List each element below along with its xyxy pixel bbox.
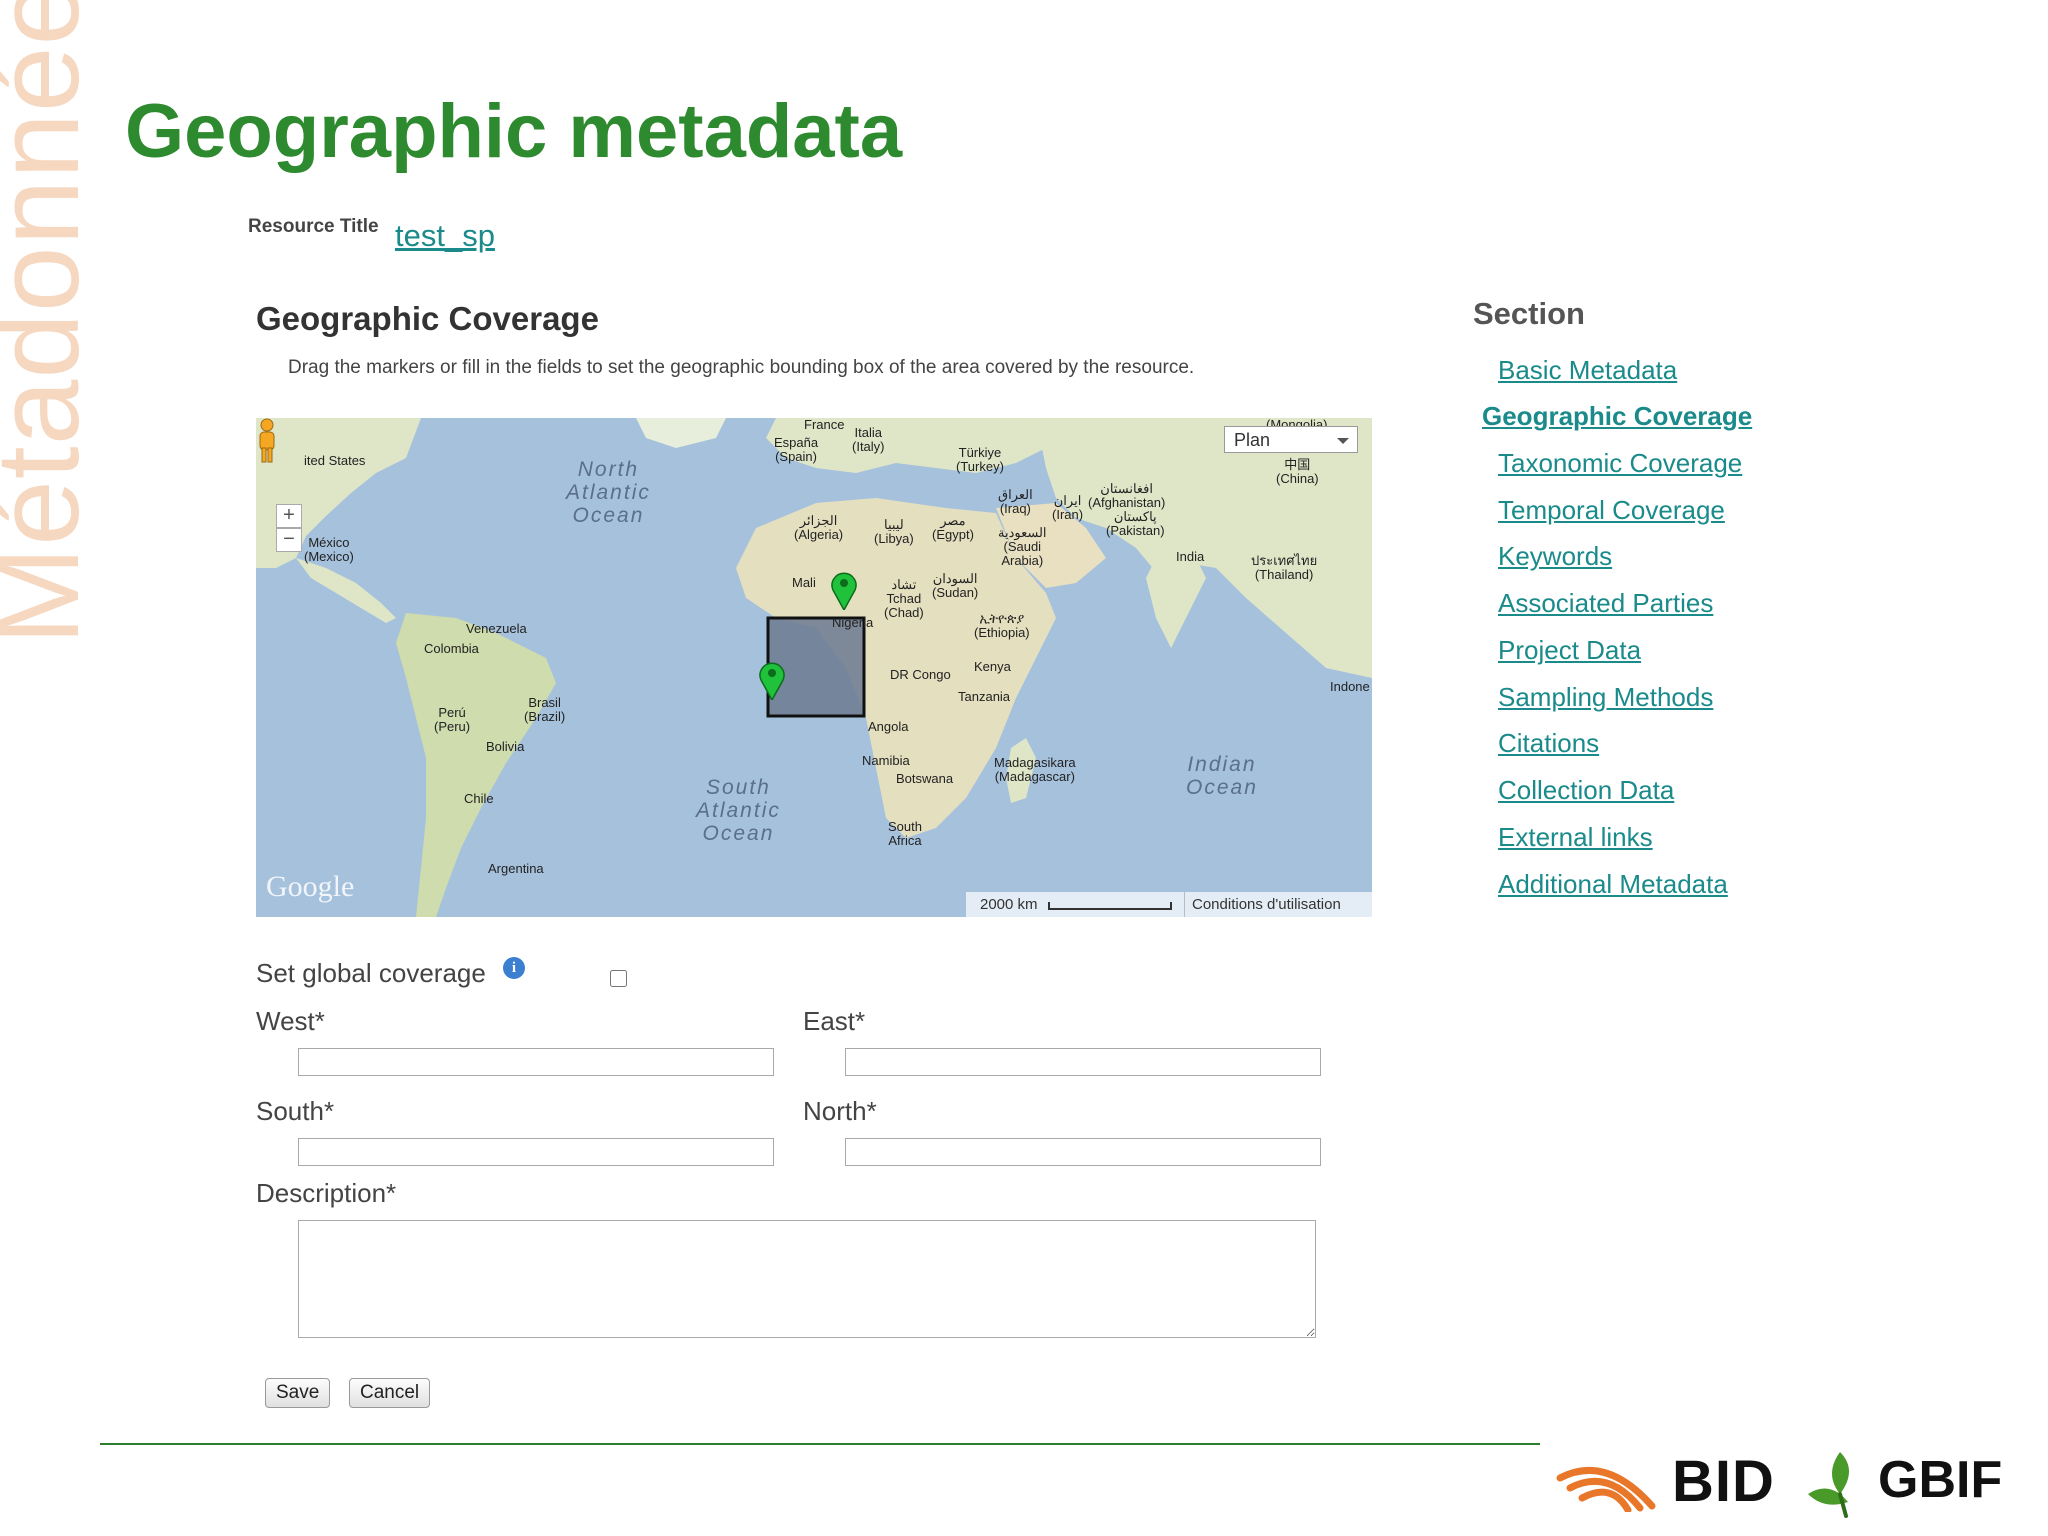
country-label: South Africa (888, 819, 922, 848)
country-label: Chile (464, 791, 494, 806)
section-nav-item[interactable]: Additional Metadata (1498, 869, 1728, 900)
country-label: Argentina (488, 861, 544, 876)
country-label: تشاد Tchad (Chad) (884, 577, 924, 620)
global-coverage-checkbox[interactable] (610, 970, 627, 987)
country-label: Namibia (862, 753, 910, 768)
country-label: Madagasikara (Madagascar) (994, 755, 1076, 784)
section-nav-item[interactable]: Associated Parties (1498, 588, 1713, 619)
country-label: Nigeria (832, 615, 874, 630)
country-label: France (804, 418, 845, 432)
section-nav-heading: Section (1473, 296, 1585, 331)
country-label: افغانستان (Afghanistan) (1088, 481, 1166, 510)
section-nav-item[interactable]: Keywords (1498, 541, 1612, 572)
chevron-down-icon (1337, 438, 1349, 444)
resource-title-link[interactable]: test_sp (395, 218, 495, 254)
country-label: Bolivia (486, 739, 525, 754)
country-label: العراق (Iraq) (998, 487, 1033, 516)
coverage-help-text: Drag the markers or fill in the fields t… (288, 357, 1195, 378)
ne-marker-icon[interactable] (830, 570, 858, 610)
google-logo: Google (266, 870, 355, 903)
country-label: Colombia (424, 641, 479, 656)
country-label: India (1176, 549, 1205, 564)
country-label: Venezuela (466, 621, 527, 636)
gbif-logo-icon (1808, 1452, 1849, 1518)
terms-link[interactable]: Conditions d'utilisation (1192, 896, 1341, 913)
country-label: Angola (868, 719, 909, 734)
country-label: Mali (792, 575, 816, 590)
country-label: ኢትዮጵያ (Ethiopia) (974, 611, 1030, 640)
country-label: السعودية (Saudi Arabia) (998, 525, 1047, 568)
country-label: مصر (Egypt) (932, 513, 974, 542)
section-nav-item[interactable]: Project Data (1498, 635, 1641, 666)
bid-logo: BID (1672, 1449, 1775, 1514)
bid-logo-icon (1556, 1467, 1656, 1512)
map-land-svg (256, 418, 1372, 917)
west-label: West* (256, 1006, 325, 1036)
cancel-button[interactable]: Cancel (349, 1378, 431, 1408)
section-nav-item[interactable]: Taxonomic Coverage (1498, 448, 1742, 479)
country-label: Kenya (974, 659, 1011, 674)
section-nav-item[interactable]: Sampling Methods (1498, 682, 1713, 713)
country-label: ited States (304, 453, 366, 468)
section-nav-item[interactable]: Citations (1498, 728, 1599, 759)
side-watermark: Métadonnées (0, 0, 104, 645)
ocean-label-south-atlantic: South Atlantic Ocean (696, 776, 781, 845)
country-label: Tanzania (958, 689, 1011, 704)
info-icon[interactable]: i (503, 957, 525, 979)
resource-title-label: Resource Title (248, 216, 379, 237)
country-label: México (Mexico) (304, 535, 354, 564)
country-label: Italia (Italy) (852, 425, 885, 454)
section-nav-item[interactable]: Geographic Coverage (1482, 401, 1752, 432)
coverage-map[interactable]: North Atlantic Ocean South Atlantic Ocea… (256, 418, 1372, 917)
scale-bar (1048, 902, 1172, 910)
country-label: ประเทศไทย (Thailand) (1251, 553, 1318, 582)
ocean-label-north-atlantic: North Atlantic Ocean (566, 458, 651, 527)
map-type-selector[interactable]: Plan (1224, 426, 1358, 453)
south-label: South* (256, 1096, 335, 1126)
gbif-logo: GBIF (1878, 1451, 2003, 1509)
slide-title: Geographic metadata (125, 89, 903, 174)
north-label: North* (803, 1096, 877, 1126)
pegman-icon[interactable] (256, 418, 278, 464)
east-input[interactable] (845, 1048, 1321, 1076)
country-label: ليبيا (Libya) (874, 517, 914, 546)
country-label: Botswana (896, 771, 954, 786)
country-label: Perú (Peru) (434, 705, 471, 734)
map-footer: 2000 km Conditions d'utilisation (966, 892, 1372, 917)
north-input[interactable] (845, 1138, 1321, 1166)
country-label: DR Congo (890, 667, 951, 682)
south-input[interactable] (298, 1138, 774, 1166)
country-label: 中国 (China) (1276, 457, 1319, 486)
east-label: East* (803, 1006, 866, 1036)
country-label: السودان (Sudan) (932, 571, 979, 600)
country-label: España (Spain) (774, 435, 819, 464)
section-nav-item[interactable]: Basic Metadata (1498, 355, 1677, 386)
save-button[interactable]: Save (265, 1378, 331, 1408)
ocean-label-indian: Indian Ocean (1186, 753, 1258, 799)
divider (1184, 892, 1185, 917)
description-input[interactable] (298, 1220, 1316, 1338)
description-label: Description* (256, 1178, 397, 1208)
global-coverage-label: Set global coverage (256, 958, 486, 988)
country-label: ایران (Iran) (1052, 493, 1084, 522)
west-input[interactable] (298, 1048, 774, 1076)
country-label: Brasil (Brazil) (524, 695, 566, 724)
scale-label: 2000 km (980, 896, 1038, 913)
map-type-label: Plan (1234, 430, 1271, 450)
country-label: الجزائر (Algeria) (794, 513, 844, 542)
country-label: Indone (1330, 679, 1370, 694)
country-label: Türkiye (Turkey) (956, 445, 1004, 474)
section-nav-item[interactable]: Collection Data (1498, 775, 1674, 806)
zoom-in-button[interactable]: + (276, 504, 302, 528)
sw-marker-icon[interactable] (758, 660, 786, 700)
zoom-out-button[interactable]: − (276, 528, 302, 552)
section-nav-item[interactable]: Temporal Coverage (1498, 495, 1725, 526)
footer-rule (100, 1443, 1540, 1445)
section-nav-item[interactable]: External links (1498, 822, 1653, 853)
coverage-heading: Geographic Coverage (256, 300, 599, 337)
country-label: پاکستان (Pakistan) (1106, 509, 1165, 538)
